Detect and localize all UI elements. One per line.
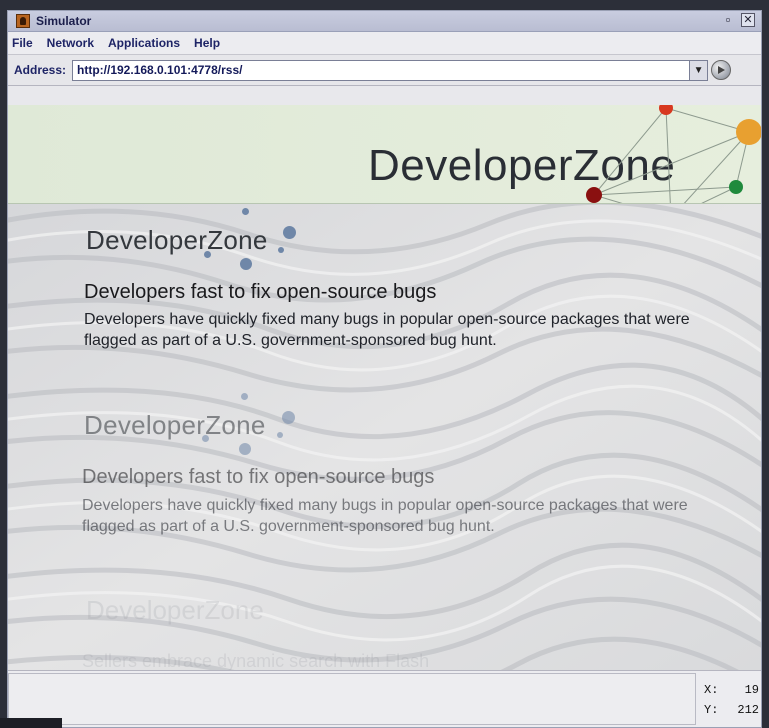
address-bar: Address: ▼ — [8, 55, 761, 86]
menu-bar: File Network Applications Help — [8, 32, 761, 55]
menu-applications[interactable]: Applications — [108, 36, 180, 50]
menu-help[interactable]: Help — [194, 36, 220, 50]
address-label: Address: — [14, 63, 67, 77]
chevron-down-icon[interactable]: ▼ — [690, 59, 709, 81]
x-label: X: — [704, 683, 719, 697]
java-duke-icon — [16, 14, 30, 28]
address-input[interactable] — [72, 59, 691, 81]
item-body: Developers have quickly fixed many bugs … — [82, 497, 688, 535]
logo-dot — [282, 411, 295, 424]
y-value: 212 — [737, 703, 759, 717]
simulator-window: Simulator ▫ ✕ File Network Applications … — [7, 10, 762, 728]
restore-icon[interactable]: ▫ — [721, 13, 735, 27]
item-headline[interactable]: Developers fast to fix open-source bugs — [84, 281, 436, 304]
title-bar[interactable]: Simulator ▫ ✕ — [8, 11, 761, 32]
logo-dot — [242, 208, 249, 215]
go-button[interactable] — [711, 60, 732, 80]
menu-network[interactable]: Network — [47, 36, 94, 50]
status-message — [8, 673, 696, 725]
cursor-coordinates: X: 19 Y: 212 — [698, 673, 761, 725]
item-logo: DeveloperZone — [84, 410, 266, 440]
item-headline[interactable]: Developers fast to fix open-source bugs — [82, 466, 434, 489]
header-banner: DeveloperZone — [8, 105, 761, 204]
window-title: Simulator — [36, 14, 92, 28]
logo-dot — [283, 226, 296, 239]
item-logo: DeveloperZone — [86, 595, 264, 625]
taskbar-fragment — [0, 718, 62, 728]
orange-node — [736, 119, 761, 145]
darkred-node — [586, 187, 602, 203]
logo-dot — [241, 393, 248, 400]
item-logo: DeveloperZone — [86, 225, 268, 255]
green-node — [729, 180, 743, 194]
page-content[interactable]: DeveloperZone DeveloperZone Developers f… — [8, 105, 761, 670]
item-headline[interactable]: Sellers embrace dynamic search with Flas… — [82, 651, 429, 670]
logo-dot — [240, 258, 252, 270]
network-graphic — [586, 105, 761, 203]
logo-dot — [239, 443, 251, 455]
logo-dot — [278, 247, 284, 253]
close-icon[interactable]: ✕ — [741, 13, 755, 27]
menu-file[interactable]: File — [12, 36, 33, 50]
status-bar: X: 19 Y: 212 — [8, 670, 761, 727]
x-value: 19 — [744, 683, 759, 697]
logo-dot — [277, 432, 283, 438]
y-label: Y: — [704, 703, 719, 717]
item-body: Developers have quickly fixed many bugs … — [84, 311, 690, 349]
